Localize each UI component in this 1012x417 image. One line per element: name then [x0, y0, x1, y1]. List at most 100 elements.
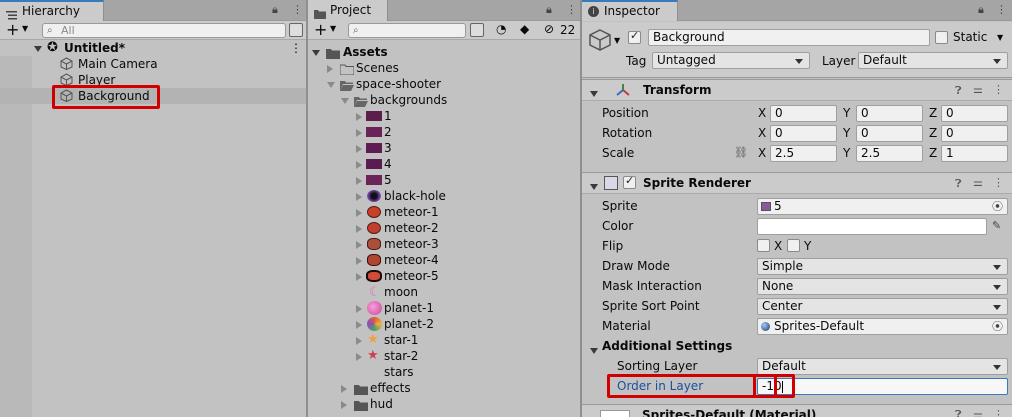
- presets-icon[interactable]: ⚌: [973, 176, 983, 189]
- project-folder-space-shooter[interactable]: space-shooter: [308, 76, 580, 92]
- expand-arrow-icon[interactable]: [590, 90, 598, 97]
- object-picker-icon[interactable]: ⦿: [992, 319, 1003, 334]
- collapse-arrow-icon[interactable]: [356, 240, 362, 249]
- collapse-arrow-icon[interactable]: [341, 384, 347, 393]
- expand-arrow-icon[interactable]: [590, 347, 598, 354]
- project-sprite-black-hole[interactable]: black-hole: [308, 188, 580, 204]
- flip-y-checkbox[interactable]: [787, 239, 800, 252]
- hidden-packages-icon[interactable]: ⊘: [544, 22, 554, 36]
- rotation-z-field[interactable]: 0: [941, 125, 1008, 142]
- project-sprite-bg-5[interactable]: 5: [308, 172, 580, 188]
- component-menu-icon[interactable]: ⋮: [993, 83, 1004, 96]
- help-icon[interactable]: ❓︎: [955, 408, 962, 417]
- search-filter-icon[interactable]: [289, 23, 303, 37]
- material-object-field[interactable]: Sprites-Default ⦿: [757, 318, 1008, 335]
- project-sprite-meteor-1[interactable]: meteor-1: [308, 204, 580, 220]
- expand-arrow-icon[interactable]: [34, 45, 42, 52]
- constrain-proportions-icon[interactable]: ⛓︎: [734, 146, 748, 159]
- scale-y-field[interactable]: 2.5: [856, 145, 923, 162]
- lock-icon[interactable]: 🔒︎: [978, 3, 984, 17]
- layer-dropdown[interactable]: Default: [858, 52, 1008, 69]
- color-field[interactable]: [757, 218, 987, 235]
- chevron-down-icon[interactable]: ▼: [330, 24, 336, 33]
- hierarchy-item-main-camera[interactable]: Main Camera: [0, 56, 306, 72]
- component-menu-icon[interactable]: ⋮: [993, 408, 1004, 417]
- static-dropdown-arrow-icon[interactable]: ▼: [997, 33, 1003, 42]
- eyedropper-icon[interactable]: ✎: [992, 219, 1001, 232]
- collapse-arrow-icon[interactable]: [341, 400, 347, 409]
- sprite-sort-point-dropdown[interactable]: Center: [757, 298, 1008, 315]
- collapse-arrow-icon[interactable]: [356, 208, 362, 217]
- scale-x-field[interactable]: 2.5: [770, 145, 837, 162]
- project-folder-hud[interactable]: hud: [308, 396, 580, 412]
- flip-x-checkbox[interactable]: [757, 239, 770, 252]
- collapse-arrow-icon[interactable]: [356, 112, 362, 121]
- project-sprite-planet-1[interactable]: planet-1: [308, 300, 580, 316]
- collapse-arrow-icon[interactable]: [356, 272, 362, 281]
- project-sprite-star-2[interactable]: ★ star-2: [308, 348, 580, 364]
- filter-type-icon[interactable]: ◔: [496, 22, 506, 36]
- scene-menu-icon[interactable]: ⋮: [290, 40, 302, 56]
- project-sprite-bg-3[interactable]: 3: [308, 140, 580, 156]
- transform-header[interactable]: Transform ❓︎ ⚌ ⋮: [582, 79, 1012, 101]
- create-button[interactable]: +: [6, 20, 19, 39]
- expand-arrow-icon[interactable]: [590, 183, 598, 190]
- presets-icon[interactable]: ⚌: [973, 408, 983, 417]
- project-sprite-star-1[interactable]: ★ star-1: [308, 332, 580, 348]
- collapse-arrow-icon[interactable]: [356, 336, 362, 345]
- project-folder-backgrounds[interactable]: backgrounds: [308, 92, 580, 108]
- create-asset-button[interactable]: +: [314, 20, 327, 39]
- collapse-arrow-icon[interactable]: [356, 160, 362, 169]
- tag-dropdown[interactable]: Untagged: [652, 52, 810, 69]
- position-y-field[interactable]: 0: [856, 105, 923, 122]
- chevron-down-icon[interactable]: ▼: [22, 24, 28, 33]
- collapse-arrow-icon[interactable]: [356, 352, 362, 361]
- help-icon[interactable]: ❓︎: [955, 177, 962, 191]
- scene-row[interactable]: ✪ Untitled* ⋮: [0, 40, 306, 56]
- project-sprite-meteor-4[interactable]: meteor-4: [308, 252, 580, 268]
- mask-interaction-dropdown[interactable]: None: [757, 278, 1008, 295]
- collapse-arrow-icon[interactable]: [356, 304, 362, 313]
- active-checkbox[interactable]: [628, 29, 641, 44]
- hierarchy-tab[interactable]: Hierarchy: [0, 0, 104, 21]
- collapse-arrow-icon[interactable]: [356, 192, 362, 201]
- sprite-renderer-enabled-checkbox[interactable]: [623, 174, 636, 189]
- sorting-layer-dropdown[interactable]: Default: [757, 358, 1008, 375]
- project-sprite-meteor-2[interactable]: meteor-2: [308, 220, 580, 236]
- project-sprite-moon[interactable]: ☾ moon: [308, 284, 580, 300]
- project-assets-row[interactable]: Assets: [308, 44, 580, 60]
- expand-arrow-icon[interactable]: [327, 81, 335, 88]
- object-picker-icon[interactable]: ⦿: [992, 199, 1003, 214]
- project-sprite-stars[interactable]: stars: [308, 364, 580, 380]
- lock-icon[interactable]: 🔒︎: [272, 3, 278, 17]
- material-footer[interactable]: Sprites-Default (Material) ❓︎ ⚌ ⋮: [582, 404, 1012, 417]
- collapse-arrow-icon[interactable]: [327, 64, 333, 73]
- rotation-x-field[interactable]: 0: [770, 125, 837, 142]
- help-icon[interactable]: ❓︎: [955, 84, 962, 98]
- hierarchy-search-input[interactable]: ⌕ All: [42, 23, 286, 38]
- collapse-arrow-icon[interactable]: [356, 176, 362, 185]
- collapse-arrow-icon[interactable]: [356, 224, 362, 233]
- project-folder-effects[interactable]: effects: [308, 380, 580, 396]
- project-sprite-planet-2[interactable]: planet-2: [308, 316, 580, 332]
- search-filter-icon[interactable]: [470, 23, 484, 37]
- lock-icon[interactable]: 🔒︎: [546, 3, 552, 17]
- project-sprite-bg-4[interactable]: 4: [308, 156, 580, 172]
- project-sprite-bg-1[interactable]: 1: [308, 108, 580, 124]
- collapse-arrow-icon[interactable]: [356, 256, 362, 265]
- gameobject-name-field[interactable]: Background: [648, 29, 930, 46]
- scale-z-field[interactable]: 1: [941, 145, 1008, 162]
- project-tab[interactable]: Project: [308, 0, 388, 21]
- more-options-icon[interactable]: ⋮: [996, 3, 1007, 16]
- position-z-field[interactable]: 0: [941, 105, 1008, 122]
- draw-mode-dropdown[interactable]: Simple: [757, 258, 1008, 275]
- project-folder-scenes[interactable]: Scenes: [308, 60, 580, 76]
- component-menu-icon[interactable]: ⋮: [993, 176, 1004, 189]
- rotation-y-field[interactable]: 0: [856, 125, 923, 142]
- project-sprite-meteor-3[interactable]: meteor-3: [308, 236, 580, 252]
- presets-icon[interactable]: ⚌: [973, 83, 983, 96]
- project-sprite-bg-2[interactable]: 2: [308, 124, 580, 140]
- project-sprite-meteor-5[interactable]: meteor-5: [308, 268, 580, 284]
- static-checkbox[interactable]: [935, 31, 948, 44]
- sprite-renderer-header[interactable]: Sprite Renderer ❓︎ ⚌ ⋮: [582, 172, 1012, 194]
